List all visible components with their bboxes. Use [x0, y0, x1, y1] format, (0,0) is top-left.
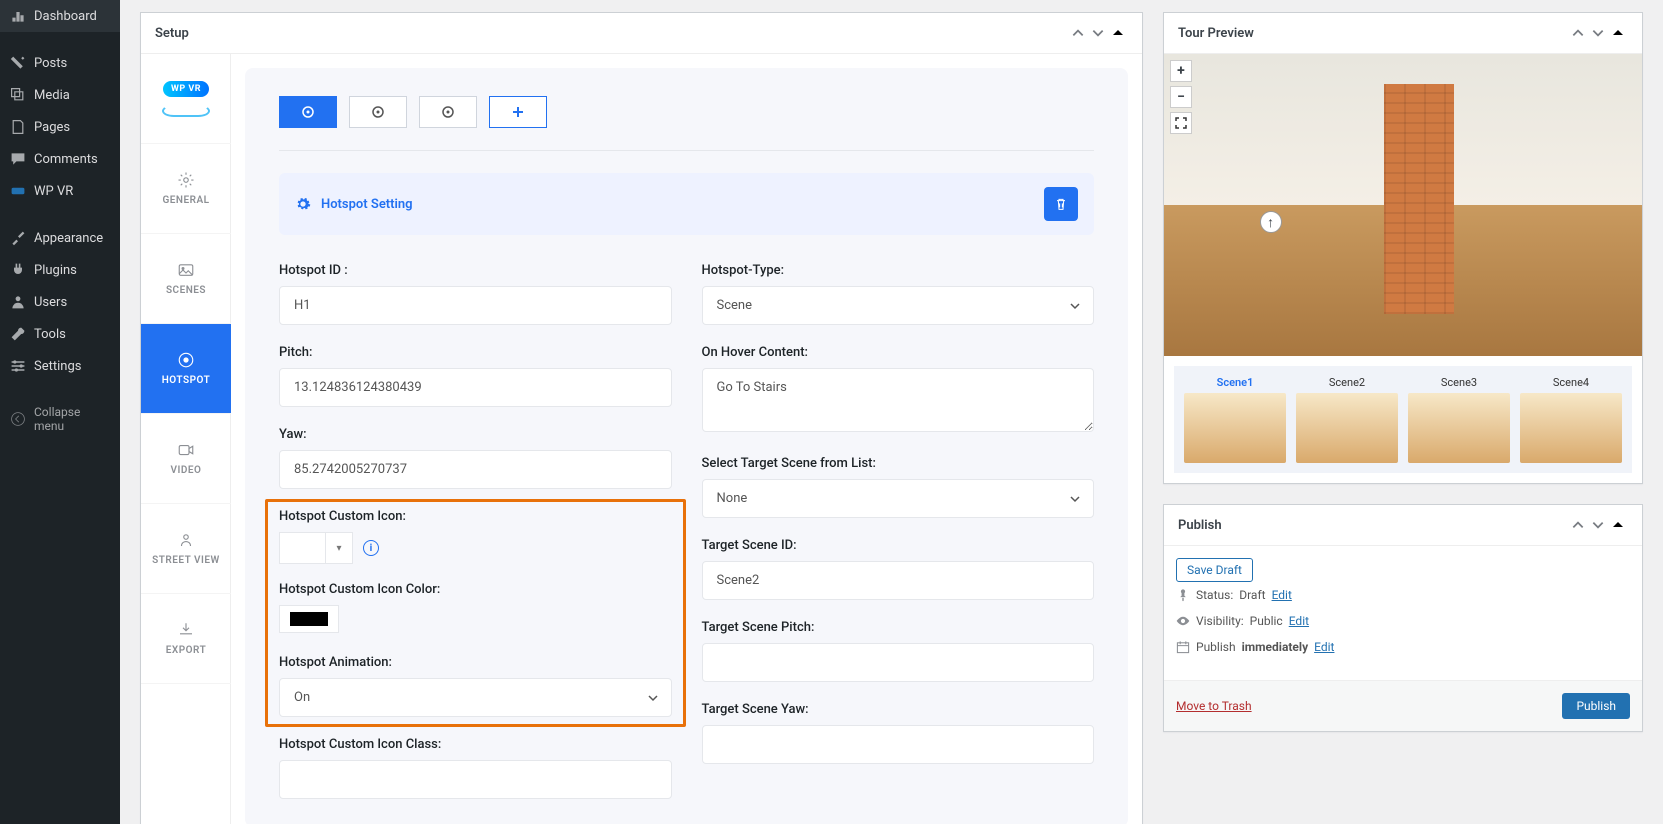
- menu-dashboard[interactable]: Dashboard: [0, 0, 120, 32]
- delete-hotspot-button[interactable]: [1044, 187, 1078, 221]
- hotspot-2[interactable]: [349, 96, 407, 128]
- visibility-row: Visibility: Public Edit: [1176, 608, 1630, 634]
- publish-button[interactable]: Publish: [1562, 693, 1630, 719]
- pitch-input[interactable]: [279, 368, 672, 407]
- custom-icon-dropdown[interactable]: ▾: [279, 532, 353, 564]
- save-draft-button[interactable]: Save Draft: [1176, 558, 1253, 582]
- zoom-in-button[interactable]: +: [1170, 60, 1192, 82]
- brick-column: [1384, 84, 1454, 314]
- field-select-target: Select Target Scene from List: None: [702, 456, 1095, 518]
- setup-title: Setup: [155, 26, 1068, 41]
- info-icon[interactable]: i: [363, 540, 379, 556]
- tab-export[interactable]: EXPORT: [141, 594, 231, 684]
- hotspot-tab-content: Hotspot Setting Hotspot ID : Pitch:: [245, 68, 1128, 824]
- pin-icon: [1176, 588, 1190, 602]
- calendar-icon: [1176, 640, 1190, 654]
- status-row: Status: Draft Edit: [1176, 582, 1630, 608]
- publish-panel: Publish Save Draft Status: Draft Edit Vi…: [1163, 504, 1643, 732]
- field-custom-icon-color: Hotspot Custom Icon Color:: [279, 582, 672, 637]
- setup-toggle[interactable]: [1108, 23, 1128, 43]
- menu-pages[interactable]: Pages: [0, 111, 120, 143]
- setup-move-up[interactable]: [1068, 23, 1088, 43]
- field-yaw: Yaw:: [279, 427, 672, 489]
- menu-media[interactable]: Media: [0, 79, 120, 111]
- gear-icon: [295, 196, 311, 212]
- publish-title: Publish: [1178, 518, 1568, 533]
- hotspot-id-input[interactable]: [279, 286, 672, 325]
- menu-wpvr[interactable]: WP VR: [0, 175, 120, 207]
- preview-title: Tour Preview: [1178, 26, 1568, 41]
- target-id-input[interactable]: [702, 561, 1095, 600]
- scene-thumb-3[interactable]: Scene3: [1408, 376, 1510, 463]
- edit-visibility-link[interactable]: Edit: [1289, 614, 1309, 628]
- fullscreen-button[interactable]: [1170, 112, 1192, 134]
- field-hover: On Hover Content: Go To Stairs: [702, 345, 1095, 436]
- edit-status-link[interactable]: Edit: [1272, 588, 1292, 602]
- field-target-yaw: Target Scene Yaw:: [702, 702, 1095, 764]
- hotspot-selector-tabs: [279, 96, 1094, 128]
- hotspot-3[interactable]: [419, 96, 477, 128]
- field-pitch: Pitch:: [279, 345, 672, 407]
- menu-comments[interactable]: Comments: [0, 143, 120, 175]
- type-select[interactable]: Scene: [702, 286, 1095, 325]
- publish-toggle[interactable]: [1608, 515, 1628, 535]
- wp-admin-sidebar: Dashboard Posts Media Pages Comments WP …: [0, 0, 120, 824]
- preview-move-down[interactable]: [1588, 23, 1608, 43]
- icon-color-swatch[interactable]: [279, 605, 339, 633]
- hotspot-add[interactable]: [489, 96, 547, 128]
- scene-thumb-1[interactable]: Scene1: [1184, 376, 1286, 463]
- menu-tools[interactable]: Tools: [0, 318, 120, 350]
- schedule-row: Publish immediately Edit: [1176, 634, 1630, 660]
- setup-panel: Setup WP VR GENERAL SCENES HOTSPOT VIDEO…: [140, 12, 1143, 824]
- tab-streetview[interactable]: STREET VIEW: [141, 504, 231, 594]
- edit-schedule-link[interactable]: Edit: [1314, 640, 1334, 654]
- hotspot-1[interactable]: [279, 96, 337, 128]
- preview-toggle[interactable]: [1608, 23, 1628, 43]
- field-custom-icon: Hotspot Custom Icon: ▾ i: [279, 509, 672, 564]
- publish-move-up[interactable]: [1568, 515, 1588, 535]
- target-yaw-input[interactable]: [702, 725, 1095, 764]
- hotspot-marker[interactable]: ↑: [1260, 211, 1282, 233]
- tab-video[interactable]: VIDEO: [141, 414, 231, 504]
- scenes-strip: Scene1 Scene2 Scene3 Scene4: [1174, 366, 1632, 473]
- custom-class-input[interactable]: [279, 760, 672, 799]
- field-type: Hotspot-Type: Scene: [702, 263, 1095, 325]
- setup-panel-header: Setup: [141, 13, 1142, 54]
- field-target-id: Target Scene ID:: [702, 538, 1095, 600]
- field-custom-class: Hotspot Custom Icon Class:: [279, 737, 672, 799]
- tab-general[interactable]: GENERAL: [141, 144, 231, 234]
- menu-posts[interactable]: Posts: [0, 47, 120, 79]
- publish-move-down[interactable]: [1588, 515, 1608, 535]
- scene-thumb-4[interactable]: Scene4: [1520, 376, 1622, 463]
- tab-hotspot[interactable]: HOTSPOT: [141, 324, 231, 414]
- move-to-trash-link[interactable]: Move to Trash: [1176, 699, 1252, 713]
- target-select[interactable]: None: [702, 479, 1095, 518]
- hotspot-setting-header: Hotspot Setting: [279, 173, 1094, 235]
- preview-move-up[interactable]: [1568, 23, 1588, 43]
- preview-canvas[interactable]: ↑ + −: [1164, 54, 1642, 356]
- menu-users[interactable]: Users: [0, 286, 120, 318]
- menu-plugins[interactable]: Plugins: [0, 254, 120, 286]
- menu-collapse[interactable]: Collapse menu: [0, 397, 120, 441]
- zoom-out-button[interactable]: −: [1170, 86, 1192, 108]
- tour-preview-panel: Tour Preview ↑ + − Scene1 Scene2 Scene3 …: [1163, 12, 1643, 484]
- hover-textarea[interactable]: Go To Stairs: [702, 368, 1095, 432]
- yaw-input[interactable]: [279, 450, 672, 489]
- wpvr-logo: WP VR: [141, 54, 231, 144]
- menu-settings[interactable]: Settings: [0, 350, 120, 382]
- menu-appearance[interactable]: Appearance: [0, 222, 120, 254]
- setup-move-down[interactable]: [1088, 23, 1108, 43]
- eye-icon: [1176, 614, 1190, 628]
- scene-thumb-2[interactable]: Scene2: [1296, 376, 1398, 463]
- field-animation: Hotspot Animation: On: [279, 655, 672, 717]
- target-pitch-input[interactable]: [702, 643, 1095, 682]
- field-target-pitch: Target Scene Pitch:: [702, 620, 1095, 682]
- tab-scenes[interactable]: SCENES: [141, 234, 231, 324]
- animation-select[interactable]: On: [279, 678, 672, 717]
- vertical-tabs: WP VR GENERAL SCENES HOTSPOT VIDEO STREE…: [141, 54, 231, 824]
- field-hotspot-id: Hotspot ID :: [279, 263, 672, 325]
